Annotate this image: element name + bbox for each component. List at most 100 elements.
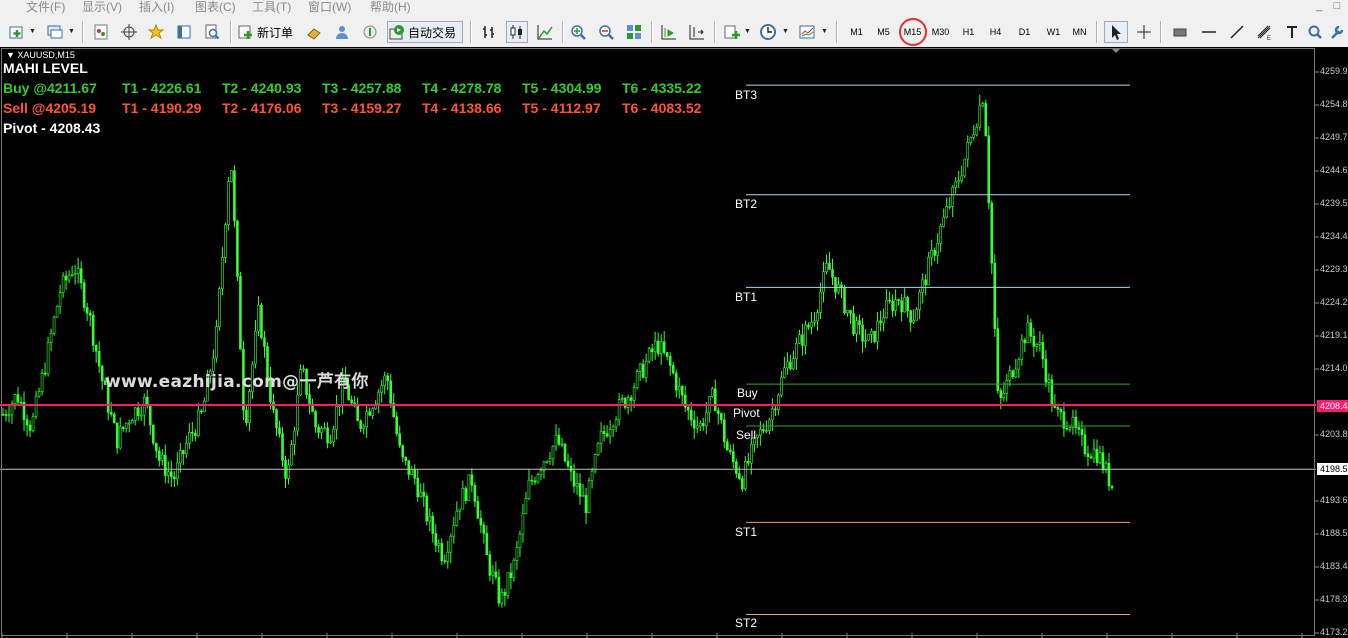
line-chart-button[interactable] [534,21,556,43]
minimize-button[interactable]: _ [1312,0,1326,14]
templates-dropdown-icon[interactable]: ▼ [820,21,829,43]
buy-target-4: T4 - 4278.78 [422,80,502,96]
price-tick: 4249.7 [1320,132,1348,142]
timeframe-highlight-circle [899,18,927,46]
sell-target-2: T2 - 4176.06 [222,100,302,116]
cursor-button[interactable] [1104,21,1128,43]
search-icon [1308,25,1322,39]
navigator-button[interactable] [118,21,140,43]
new-order-button[interactable]: 新订单 [237,21,297,43]
separator [836,21,838,43]
signal-broadcast-icon [363,25,377,39]
zoom-in-button[interactable] [567,21,589,43]
restore-button[interactable]: □ [1330,0,1344,14]
level-label-sell: Sell [736,428,757,442]
settings-button[interactable] [1328,21,1346,43]
auto-trading-icon [389,25,404,40]
profiles-dropdown-icon[interactable]: ▼ [67,21,76,43]
pivot-price-tag: 4208.4 [1317,400,1348,412]
periods-dropdown-icon[interactable]: ▼ [781,21,790,43]
chart-frame [1,48,1315,636]
tile-windows-button[interactable] [623,21,645,43]
terminal-icon [177,25,191,39]
timeframe-d1[interactable]: D1 [1011,21,1038,43]
timeframe-w1[interactable]: W1 [1040,21,1067,43]
template-icon [799,25,815,39]
separator [1160,21,1162,43]
price-tick: 4183.4 [1320,561,1348,571]
auto-trading-button[interactable]: 自动交易 [387,21,463,43]
candlestick-button[interactable] [506,21,528,43]
crosshair-icon [1137,25,1151,39]
search-button[interactable] [1304,21,1326,43]
buy-target-2: T2 - 4240.93 [222,80,302,96]
new-order-label: 新订单 [257,25,294,40]
trendline-button[interactable] [1225,21,1249,43]
indicators-dropdown-icon[interactable]: ▼ [743,21,752,43]
price-tick: 4178.3 [1320,594,1348,604]
sell-target-3: T3 - 4159.27 [322,100,402,116]
periods-button[interactable] [757,21,779,43]
menu-file[interactable]: 文件(F) [26,0,65,16]
favorites-button[interactable] [145,21,167,43]
sell-target-1: T1 - 4190.29 [122,100,202,116]
menu-insert[interactable]: 插入(I) [139,0,174,16]
market-watch-button[interactable] [90,21,112,43]
fibonacci-button[interactable]: E [1252,21,1276,43]
timeframe-m30[interactable]: M30 [927,21,954,43]
menu-view[interactable]: 显示(V) [82,0,122,16]
history-center-button[interactable] [303,21,325,43]
separator [651,21,653,43]
menu-tools[interactable]: 工具(T) [252,0,291,16]
buy-target-3: T3 - 4257.88 [322,80,402,96]
chart-window[interactable]: ▼ XAUUSD,M15 MAHI LEVEL Buy @4211.67 T1 … [0,47,1348,638]
autoscroll-button[interactable] [658,21,680,43]
strategy-tester-button[interactable] [201,21,223,43]
signals-button[interactable] [359,21,381,43]
bar-chart-icon [483,26,494,38]
chart-shift-button[interactable] [686,21,708,43]
horizontal-line-button[interactable] [1197,21,1221,43]
sell-entry: Sell @4205.19 [3,100,97,116]
line-chart-icon [537,25,553,40]
terminal-button[interactable] [173,21,195,43]
timeframe-mn[interactable]: MN [1066,21,1093,43]
horizontal-line-icon [1202,31,1216,33]
sell-target-6: T6 - 4083.52 [622,100,702,116]
timeframe-m5[interactable]: M5 [870,21,897,43]
sell-target-4: T4 - 4138.66 [422,100,502,116]
text-tool-button[interactable] [1280,21,1304,43]
market-watch-icon [94,24,108,40]
menu-window[interactable]: 窗口(W) [308,0,351,16]
trendline-icon [1230,25,1244,39]
menu-help[interactable]: 帮助(H) [370,0,411,16]
new-chart-dropdown-icon[interactable]: ▼ [28,21,37,43]
profiles-button[interactable] [44,21,66,43]
pivot-value: Pivot - 4208.43 [3,120,101,136]
indicator-title: MAHI LEVEL [3,60,88,76]
level-label-bt2: BT2 [735,197,758,211]
rectangle-tool-button[interactable] [1168,21,1192,43]
buy-target-5: T5 - 4304.99 [522,80,602,96]
timeframe-h1[interactable]: H1 [955,21,982,43]
zoom-out-button[interactable] [595,21,617,43]
new-chart-button[interactable] [6,21,28,43]
templates-button[interactable] [796,21,818,43]
current-price-tag: 4198.5 [1317,463,1348,475]
menu-charts[interactable]: 图表(C) [195,0,236,16]
bar-chart-button[interactable] [478,21,500,43]
level-label-pivot: Pivot [733,406,760,420]
add-indicator-icon [724,25,740,39]
chart-symbol-label: ▼ XAUUSD,M15 [6,50,75,60]
timeframe-m1[interactable]: M1 [843,21,870,43]
crosshair-button[interactable] [1132,21,1156,43]
level-label-bt1: BT1 [735,290,758,304]
separator [714,21,716,43]
new-order-icon [238,25,252,39]
fibonacci-icon: E [1257,25,1271,41]
community-button[interactable] [331,21,353,43]
indicators-button[interactable] [721,21,743,43]
separator [82,21,84,43]
timeframe-h4[interactable]: H4 [982,21,1009,43]
magnifier-doc-icon [205,24,220,40]
